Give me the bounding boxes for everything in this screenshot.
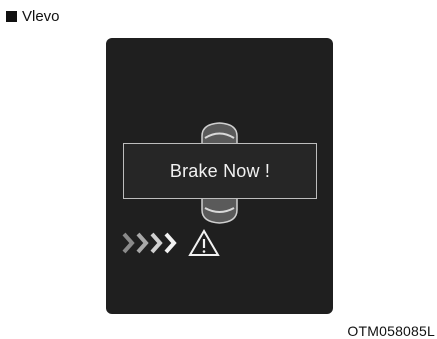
black-square-bullet-icon (6, 10, 17, 22)
approach-chevrons-icon (122, 232, 177, 254)
figure-code: OTM058085L (347, 323, 435, 339)
brake-now-message-box: Brake Now ! (123, 143, 317, 199)
approach-warning-indicator (122, 229, 220, 256)
brake-now-message: Brake Now ! (169, 160, 271, 181)
section-heading-label: Vlevo (22, 7, 60, 25)
cluster-display-panel: Brake Now ! (106, 38, 333, 314)
section-heading: Vlevo (6, 7, 60, 25)
warning-triangle-icon (188, 229, 220, 256)
